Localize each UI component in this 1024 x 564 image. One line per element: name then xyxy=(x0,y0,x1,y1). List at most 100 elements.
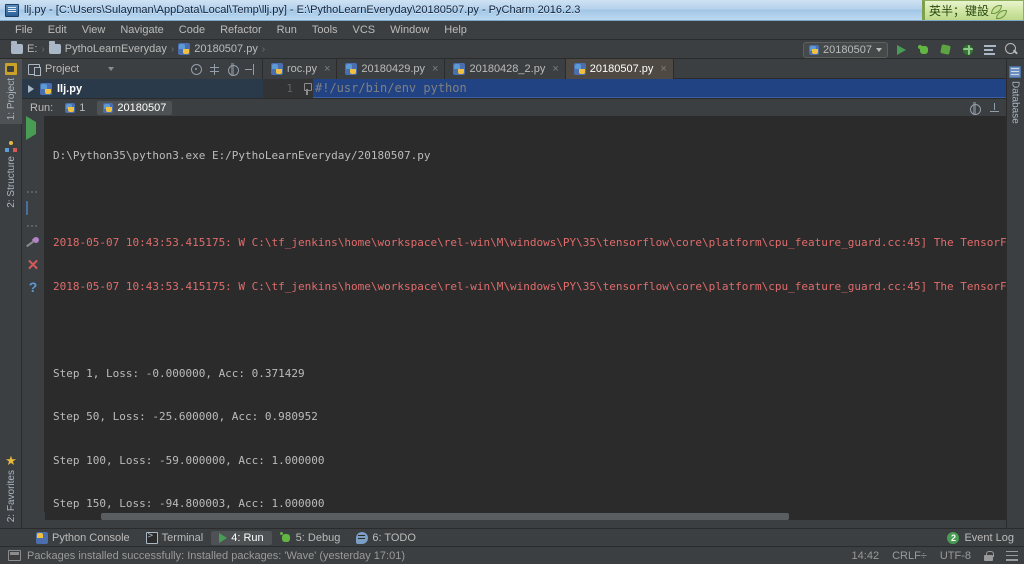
scrollbar-thumb[interactable] xyxy=(101,513,789,520)
project-panel-tools xyxy=(191,59,256,79)
run-with-console-button[interactable] xyxy=(981,41,998,58)
editor-code-line[interactable]: #!/usr/bin/env python xyxy=(313,79,1006,98)
terminal-icon xyxy=(146,532,158,544)
breadcrumb-item-file[interactable]: 20180507.py xyxy=(175,42,261,56)
settings-gear-icon[interactable] xyxy=(969,103,980,114)
debug-button[interactable] xyxy=(915,41,932,58)
menu-help[interactable]: Help xyxy=(437,22,474,38)
close-button[interactable]: ✕ xyxy=(27,259,40,272)
editor-tab-label: roc.py xyxy=(287,63,317,75)
stop-button[interactable] xyxy=(26,145,40,159)
sidebar-item-database[interactable]: Database xyxy=(1006,63,1024,127)
menu-edit[interactable]: Edit xyxy=(41,22,74,38)
menu-run[interactable]: Run xyxy=(270,22,304,38)
rerun-button[interactable] xyxy=(26,122,40,136)
bottom-item-debug[interactable]: 5: Debug xyxy=(272,531,349,545)
menu-code[interactable]: Code xyxy=(172,22,212,38)
code-fold-icon[interactable] xyxy=(301,79,313,98)
breadcrumb-item-drive[interactable]: E: xyxy=(8,42,40,56)
sidebar-item-structure[interactable]: 2: Structure xyxy=(0,137,22,212)
coverage-icon xyxy=(940,44,952,55)
console-line xyxy=(53,193,1006,208)
breadcrumb-item-project[interactable]: PythoLearnEveryday xyxy=(46,42,170,56)
menu-window[interactable]: Window xyxy=(383,22,436,38)
editor-line-number: 1 xyxy=(263,79,301,98)
close-icon[interactable]: × xyxy=(660,63,666,75)
menu-vcs[interactable]: VCS xyxy=(346,22,383,38)
close-icon[interactable]: × xyxy=(552,63,558,75)
expand-arrow-icon[interactable] xyxy=(28,85,34,93)
python-icon xyxy=(103,103,113,113)
minimize-icon[interactable] xyxy=(989,103,1000,114)
pause-button[interactable] xyxy=(26,168,40,182)
run-label: Run: xyxy=(30,102,53,114)
python-console-icon xyxy=(36,532,48,544)
notification-icon[interactable] xyxy=(8,550,21,561)
soft-wrap-button[interactable] xyxy=(26,236,40,250)
console-horizontal-scrollbar[interactable] xyxy=(45,512,1006,520)
hamburger-icon[interactable] xyxy=(1006,551,1018,561)
run-tab-1[interactable]: 1 xyxy=(59,101,91,115)
bottom-item-todo[interactable]: 6: TODO xyxy=(348,531,424,545)
ime-language-bar[interactable]: 英半；键設 xyxy=(922,0,1024,21)
code-editor[interactable]: 1 #!/usr/bin/env python xyxy=(263,79,1006,98)
help-button[interactable]: ? xyxy=(29,281,38,294)
run-header-tools xyxy=(969,99,1000,117)
sidebar-item-project[interactable]: 1: Project xyxy=(0,59,22,124)
console-line: D:\Python35\python3.exe E:/PythoLearnEve… xyxy=(53,149,1006,164)
sidebar-item-label: 1: Project xyxy=(6,78,17,120)
bottom-item-label: 4: Run xyxy=(231,532,263,544)
event-log-button[interactable]: 2 Event Log xyxy=(947,532,1014,544)
python-file-icon xyxy=(574,63,586,75)
globe-icon xyxy=(962,44,974,56)
bottom-item-terminal[interactable]: Terminal xyxy=(138,531,212,545)
search-everywhere-button[interactable] xyxy=(1003,41,1020,58)
bottom-item-python-console[interactable]: Python Console xyxy=(28,531,138,545)
editor-tabs: roc.py × 20180429.py × 20180428_2.py × 2… xyxy=(263,59,1006,79)
chevron-down-icon xyxy=(876,48,882,52)
ime-mode-label: 英半；键設 xyxy=(929,2,989,19)
event-log-label: Event Log xyxy=(964,532,1014,544)
bottom-tool-stripe: Python Console Terminal 4: Run 5: Debug … xyxy=(0,528,1024,546)
bottom-item-label: Terminal xyxy=(162,532,204,544)
lock-icon[interactable] xyxy=(984,551,993,561)
status-encoding[interactable]: UTF-8 xyxy=(940,550,971,562)
lines-icon xyxy=(984,45,996,55)
collapse-all-icon[interactable] xyxy=(209,64,220,75)
target-icon[interactable] xyxy=(191,64,202,75)
status-line-separator[interactable]: CRLF÷ xyxy=(892,550,927,562)
console-line: Step 100, Loss: -59.000000, Acc: 1.00000… xyxy=(53,454,1006,469)
project-tree-item-llj[interactable]: llj.py xyxy=(57,83,82,95)
menu-tools[interactable]: Tools xyxy=(305,22,345,38)
run-tab-20180507[interactable]: 20180507 xyxy=(97,101,172,115)
chevron-down-icon[interactable] xyxy=(108,67,114,71)
close-icon[interactable]: × xyxy=(324,63,330,75)
editor-tab-20180429[interactable]: 20180429.py × xyxy=(337,59,445,79)
editor-tab-roc[interactable]: roc.py × xyxy=(263,59,337,79)
close-icon[interactable]: × xyxy=(432,63,438,75)
run-configuration-selector[interactable]: 20180507 xyxy=(803,42,888,58)
settings-gear-icon[interactable] xyxy=(227,64,238,75)
print-button[interactable] xyxy=(26,202,40,216)
run-button[interactable] xyxy=(893,41,910,58)
menu-refactor[interactable]: Refactor xyxy=(213,22,269,38)
run-console-output[interactable]: D:\Python35\python3.exe E:/PythoLearnEve… xyxy=(45,116,1006,512)
window-title: llj.py - [C:\Users\Sulayman\AppData\Loca… xyxy=(24,4,580,16)
editor-tab-20180507[interactable]: 20180507.py × xyxy=(566,59,674,79)
sidebar-item-favorites[interactable]: 2: Favorites ★ xyxy=(0,451,22,526)
status-message: Packages installed successfully: Install… xyxy=(27,550,405,562)
pycharm-icon xyxy=(5,4,19,17)
menu-view[interactable]: View xyxy=(75,22,113,38)
run-coverage-button[interactable] xyxy=(937,41,954,58)
menu-navigate[interactable]: Navigate xyxy=(113,22,170,38)
editor-tab-20180428-2[interactable]: 20180428_2.py × xyxy=(445,59,565,79)
menu-file[interactable]: File xyxy=(8,22,40,38)
profile-button[interactable] xyxy=(959,41,976,58)
breadcrumb-separator: › xyxy=(262,44,265,55)
play-icon xyxy=(897,45,906,55)
sidebar-item-label: 2: Structure xyxy=(6,156,17,208)
bottom-item-run[interactable]: 4: Run xyxy=(211,531,271,545)
hide-icon[interactable] xyxy=(245,64,256,75)
todo-icon xyxy=(356,532,368,544)
python-file-icon xyxy=(271,63,283,75)
